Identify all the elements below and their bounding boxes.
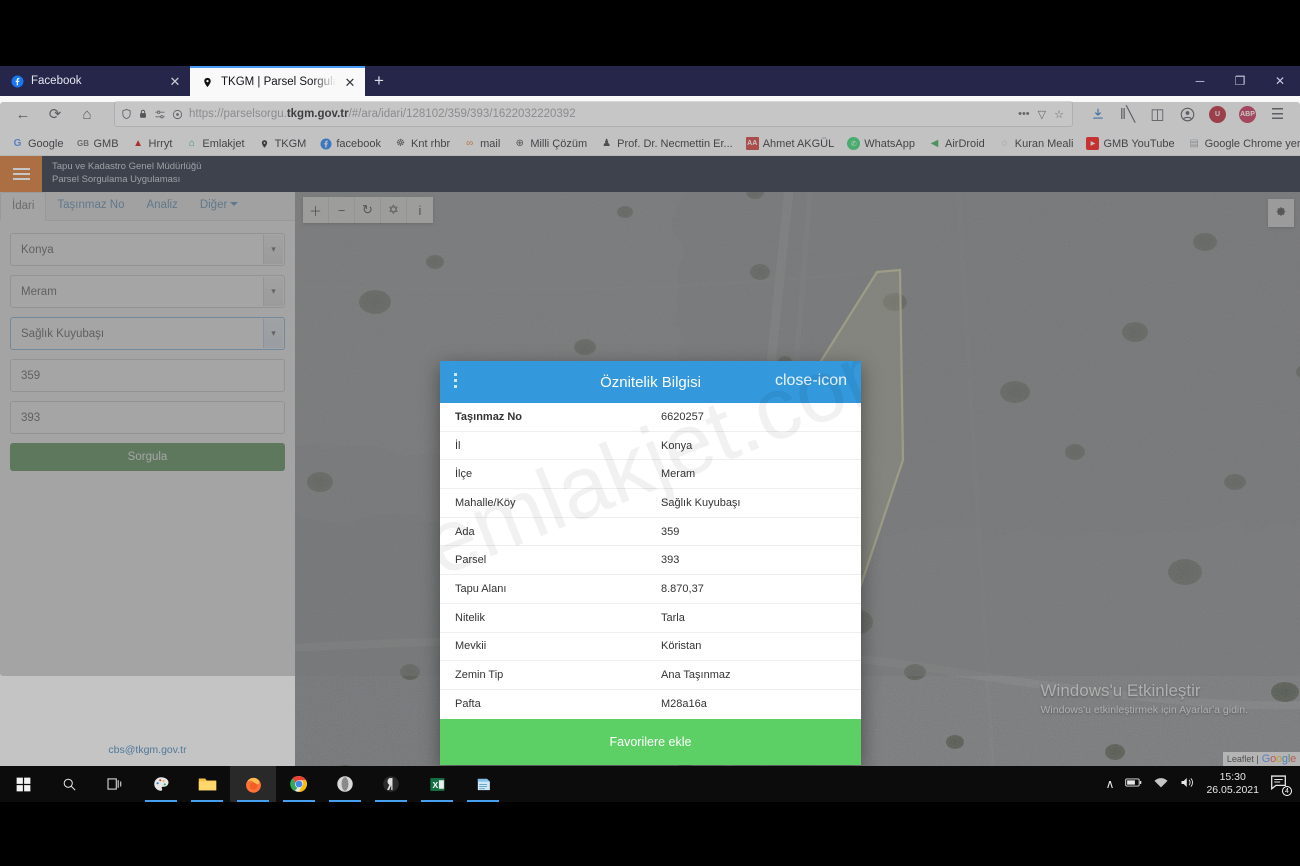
tab-strip: Facebook ✕ TKGM | Parsel Sorgulama Uygu …: [0, 66, 1300, 96]
minimize-button[interactable]: ─: [1180, 66, 1220, 96]
row-key: İl: [455, 439, 461, 452]
notification-count: 4: [1282, 786, 1292, 796]
row-value: 393: [661, 554, 680, 567]
close-icon[interactable]: close-icon: [775, 372, 847, 390]
clock-date: 26.05.2021: [1206, 784, 1259, 796]
row-key: Nitelik: [455, 611, 485, 624]
row-value: Köristan: [661, 640, 702, 653]
row-value: M28a16a: [661, 698, 707, 711]
row-value: Tarla: [661, 611, 685, 624]
show-hidden-icons-button[interactable]: ∧: [1106, 777, 1115, 791]
table-row: Mevkii Köristan: [440, 633, 861, 662]
tab-title: Facebook: [31, 75, 82, 87]
excel-icon[interactable]: X: [414, 766, 460, 802]
vertical-dots-icon[interactable]: [454, 373, 458, 391]
windows-taskbar: X ∧ 15:30 26.05.2021 4: [0, 766, 1300, 866]
browser-tab-tkgm[interactable]: TKGM | Parsel Sorgulama Uygu ✕: [190, 66, 365, 96]
map-pin-icon: [200, 75, 214, 89]
row-value: Ana Taşınmaz: [661, 669, 731, 682]
taskbar-inner: X ∧ 15:30 26.05.2021 4: [0, 766, 1300, 802]
browser-tab-facebook[interactable]: Facebook ✕: [0, 66, 190, 96]
table-row: Mahalle/Köy Sağlık Kuyubaşı: [440, 489, 861, 518]
close-icon[interactable]: ✕: [168, 75, 182, 88]
task-view-icon[interactable]: [92, 766, 138, 802]
yandex-icon[interactable]: [368, 766, 414, 802]
row-key: Parsel: [455, 554, 487, 567]
navigation-toolbar: ← → ⟳ ⌂ https://parselsorgu.tkgm.gov.tr/…: [0, 96, 1300, 676]
screen: Facebook ✕ TKGM | Parsel Sorgulama Uygu …: [0, 0, 1300, 866]
row-key: Mevkii: [455, 640, 487, 653]
wifi-icon[interactable]: [1153, 777, 1169, 792]
row-value: Meram: [661, 468, 696, 481]
browser-window: Facebook ✕ TKGM | Parsel Sorgulama Uygu …: [0, 66, 1300, 766]
row-value: Konya: [661, 439, 693, 452]
table-row: İlçe Meram: [440, 460, 861, 490]
table-row: Parsel 393: [440, 546, 861, 576]
chrome-icon[interactable]: [276, 766, 322, 802]
row-value: 359: [661, 525, 680, 538]
row-key: Mahalle/Köy: [455, 496, 516, 509]
close-window-button[interactable]: ✕: [1260, 66, 1300, 96]
table-row: Tapu Alanı 8.870,37: [440, 575, 861, 604]
maximize-button[interactable]: ❐: [1220, 66, 1260, 96]
modal-title: Öznitelik Bilgisi: [600, 373, 701, 391]
volume-icon[interactable]: [1180, 776, 1195, 792]
row-value: Sağlık Kuyubaşı: [661, 496, 741, 509]
firefox-icon[interactable]: [230, 766, 276, 802]
search-icon[interactable]: [46, 766, 92, 802]
notepad-icon[interactable]: [460, 766, 506, 802]
row-key: Taşınmaz No: [455, 410, 523, 423]
web-page: ＋ − ↻ ✡ і Windows'u Etkinleştir Windows'…: [0, 156, 1300, 766]
table-row: Pafta M28a16a: [440, 690, 861, 719]
file-explorer-icon[interactable]: [184, 766, 230, 802]
modal-header: Öznitelik Bilgisi close-icon: [440, 361, 861, 403]
row-key: Ada: [455, 525, 475, 538]
favorilere-ekle-button[interactable]: Favorilere ekle: [440, 718, 861, 765]
system-tray: ∧ 15:30 26.05.2021 4: [1106, 766, 1300, 802]
table-row: Ada 359: [440, 518, 861, 547]
opera-icon[interactable]: [322, 766, 368, 802]
notification-center-icon[interactable]: 4: [1270, 774, 1292, 796]
row-value: 6620257: [661, 410, 704, 423]
table-row: İl Konya: [440, 432, 861, 461]
close-icon[interactable]: ✕: [343, 76, 357, 89]
row-value: 8.870,37: [661, 582, 704, 595]
row-key: Zemin Tip: [455, 669, 504, 682]
new-tab-button[interactable]: +: [365, 66, 393, 96]
clock[interactable]: 15:30 26.05.2021: [1206, 771, 1259, 797]
row-key: Tapu Alanı: [455, 582, 507, 595]
battery-icon[interactable]: [1125, 777, 1142, 791]
table-row: Nitelik Tarla: [440, 604, 861, 633]
attribute-table: Taşınmaz No 6620257 İl Konya İlçe Meram Mah…: [440, 403, 861, 719]
clock-time: 15:30: [1219, 771, 1246, 783]
window-controls: ─ ❐ ✕: [1180, 66, 1300, 96]
table-row: Taşınmaz No 6620257: [440, 403, 861, 432]
row-key: Pafta: [455, 698, 481, 711]
row-key: İlçe: [455, 468, 473, 481]
table-row: Zemin Tip Ana Taşınmaz: [440, 661, 861, 690]
paint-icon[interactable]: [138, 766, 184, 802]
svg-text:X: X: [432, 780, 438, 790]
oznitelik-modal: Öznitelik Bilgisi close-icon Taşınmaz No…: [440, 361, 861, 765]
tab-title: TKGM | Parsel Sorgulama Uygu: [221, 76, 336, 88]
facebook-icon: [10, 74, 24, 88]
start-button[interactable]: [0, 766, 46, 802]
